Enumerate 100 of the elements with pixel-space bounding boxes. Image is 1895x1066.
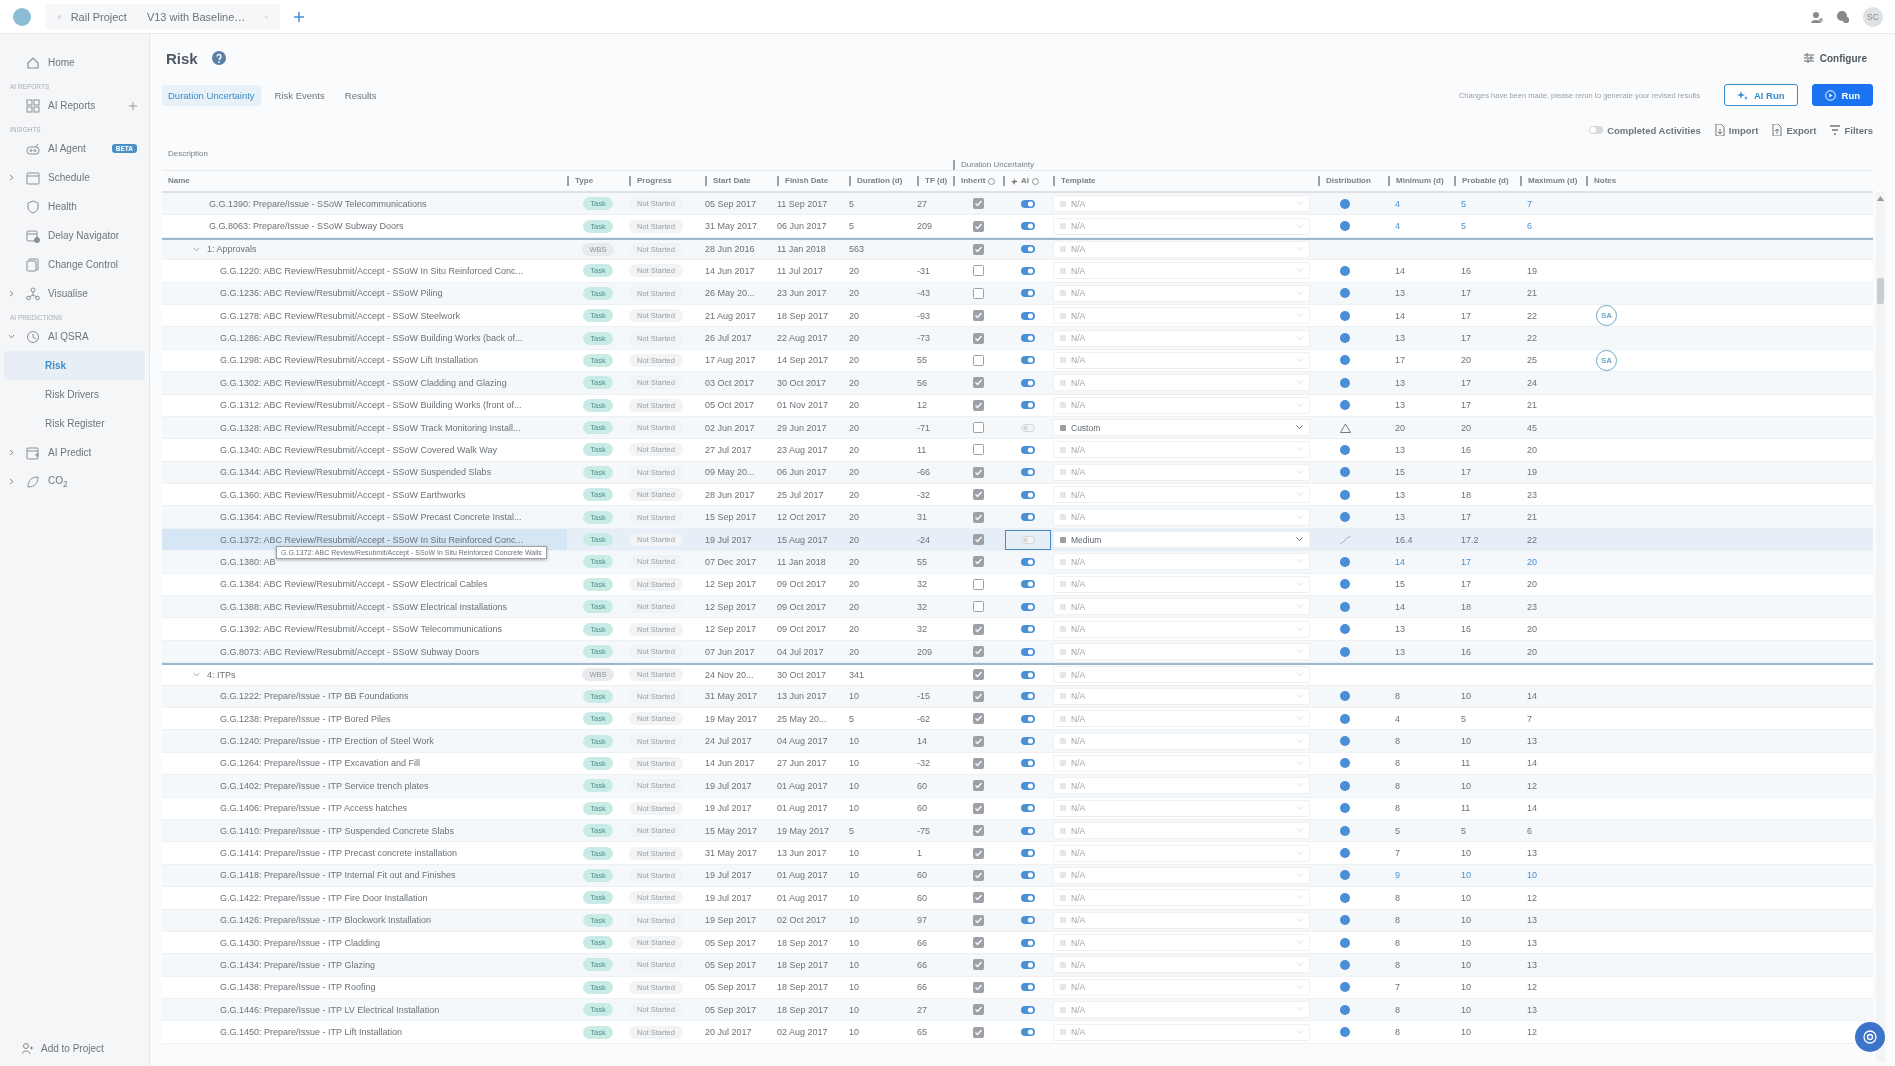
checkbox[interactable] — [972, 578, 984, 590]
checked-checkbox[interactable] — [972, 735, 984, 747]
toggle-switch[interactable] — [1021, 423, 1035, 432]
checked-checkbox[interactable] — [972, 981, 984, 993]
toggle-switch[interactable] — [1021, 245, 1035, 254]
toggle-switch[interactable] — [1021, 222, 1035, 231]
checked-checkbox[interactable] — [972, 713, 984, 725]
checkbox[interactable] — [972, 354, 984, 366]
toggle-switch[interactable] — [1021, 759, 1035, 768]
checked-checkbox[interactable] — [972, 310, 984, 322]
toggle-switch[interactable] — [1021, 401, 1035, 410]
add-to-project-link[interactable]: Add to Project — [4, 1038, 145, 1058]
toggle-switch[interactable] — [1021, 334, 1035, 343]
sidebar-subitem[interactable]: Risk — [4, 351, 145, 380]
toggle-switch[interactable] — [1021, 490, 1035, 499]
toggle-switch[interactable] — [1021, 378, 1035, 387]
checked-checkbox[interactable] — [972, 780, 984, 792]
checkbox[interactable] — [972, 265, 984, 277]
toggle-switch[interactable] — [1021, 692, 1035, 701]
sidebar-item[interactable]: AI Predict — [4, 438, 145, 467]
column-header[interactable]: Progress — [629, 176, 705, 186]
sidebar-subitem[interactable]: Risk Drivers — [4, 380, 145, 409]
toggle-switch[interactable] — [1021, 714, 1035, 723]
toggle-switch[interactable] — [1021, 916, 1035, 925]
toggle-switch[interactable] — [1021, 737, 1035, 746]
checked-checkbox[interactable] — [972, 646, 984, 657]
chevron-right-icon[interactable] — [8, 174, 15, 181]
toggle-switch[interactable] — [1021, 647, 1035, 656]
scrollbar-thumb[interactable] — [1877, 278, 1884, 304]
checked-checkbox[interactable] — [972, 847, 984, 859]
toggle-switch[interactable] — [1021, 871, 1035, 880]
sidebar-item[interactable]: CO$_{2}$ — [4, 467, 145, 496]
toggle-switch[interactable] — [1021, 826, 1035, 835]
toggle-switch[interactable] — [1021, 670, 1035, 679]
checked-checkbox[interactable] — [972, 534, 984, 546]
toggle-switch[interactable] — [1021, 849, 1035, 857]
scroll-up-icon[interactable] — [1877, 196, 1884, 201]
checked-checkbox[interactable] — [972, 1026, 984, 1038]
checked-checkbox[interactable] — [972, 198, 984, 210]
column-header[interactable]: Probable (d) — [1454, 176, 1520, 186]
sidebar-item[interactable]: Visualise — [4, 279, 145, 308]
column-header[interactable]: Distribution — [1318, 176, 1388, 186]
checked-checkbox[interactable] — [972, 332, 984, 344]
sidebar-item[interactable]: Change Control — [4, 250, 145, 279]
toggle-switch[interactable] — [1021, 356, 1035, 365]
toolbar-button[interactable]: Export — [1772, 124, 1817, 136]
checkbox[interactable] — [972, 601, 984, 613]
checked-checkbox[interactable] — [972, 959, 984, 971]
toggle-switch[interactable] — [1021, 468, 1035, 477]
tab[interactable]: Risk Events — [268, 84, 331, 106]
checked-checkbox[interactable] — [972, 892, 984, 904]
sidebar-item[interactable]: AI QSRA — [4, 322, 145, 351]
toggle-switch[interactable] — [1021, 960, 1035, 969]
toggle-switch[interactable] — [1021, 625, 1035, 634]
add-icon[interactable] — [129, 101, 137, 110]
column-header[interactable]: Start Date — [705, 176, 777, 186]
tab[interactable]: Results — [338, 84, 383, 106]
column-header[interactable]: Inherit — [953, 176, 1003, 186]
checked-checkbox[interactable] — [972, 825, 984, 837]
toggle-switch[interactable] — [1021, 1005, 1035, 1014]
toggle-switch[interactable] — [1021, 513, 1035, 522]
toggle-switch[interactable] — [1021, 804, 1035, 813]
chevron-right-icon[interactable] — [8, 290, 15, 297]
column-header[interactable]: Finish Date — [777, 176, 849, 186]
toggle-switch[interactable] — [1021, 199, 1035, 208]
checked-checkbox[interactable] — [972, 1004, 984, 1016]
checked-checkbox[interactable] — [972, 489, 984, 501]
avatar[interactable]: SC — [1863, 6, 1883, 27]
column-header[interactable]: Notes — [1586, 176, 1873, 186]
column-header[interactable]: TF (d) — [917, 176, 953, 186]
checked-checkbox[interactable] — [972, 623, 984, 635]
toggle-switch[interactable] — [1021, 1028, 1035, 1037]
toolbar-button[interactable]: Filters — [1830, 124, 1873, 136]
chevron-down-icon[interactable] — [193, 245, 200, 253]
breadcrumb-link[interactable]: V13 with Baseline… — [146, 10, 246, 23]
column-header[interactable]: Minimum (d) — [1388, 176, 1454, 186]
checked-checkbox[interactable] — [972, 802, 984, 814]
toggle-switch[interactable] — [1021, 289, 1035, 298]
checked-checkbox[interactable] — [972, 914, 984, 926]
tab[interactable]: Duration Uncertainty — [162, 84, 261, 106]
sidebar-item[interactable]: AI Reports — [4, 91, 145, 120]
toggle-switch[interactable] — [1021, 266, 1035, 275]
toggle-switch[interactable] — [1021, 983, 1035, 992]
checked-checkbox[interactable] — [972, 556, 984, 568]
checked-checkbox[interactable] — [972, 466, 984, 478]
checkbox[interactable] — [972, 444, 984, 456]
column-header[interactable]: Name — [162, 176, 567, 186]
checked-checkbox[interactable] — [972, 669, 984, 681]
template-dropdown[interactable]: Custom — [1053, 419, 1310, 437]
toggle-switch[interactable] — [1021, 557, 1035, 566]
help-chat-icon[interactable] — [1837, 10, 1849, 23]
checked-checkbox[interactable] — [972, 243, 984, 255]
configure-button[interactable]: Configure — [1797, 51, 1873, 65]
chevron-down-icon[interactable] — [8, 333, 15, 340]
run-button[interactable]: Run — [1811, 84, 1873, 106]
checked-checkbox[interactable] — [972, 937, 984, 949]
checked-checkbox[interactable] — [972, 220, 984, 232]
help-icon[interactable] — [211, 51, 226, 65]
checkbox[interactable] — [972, 287, 984, 299]
checked-checkbox[interactable] — [972, 399, 984, 411]
